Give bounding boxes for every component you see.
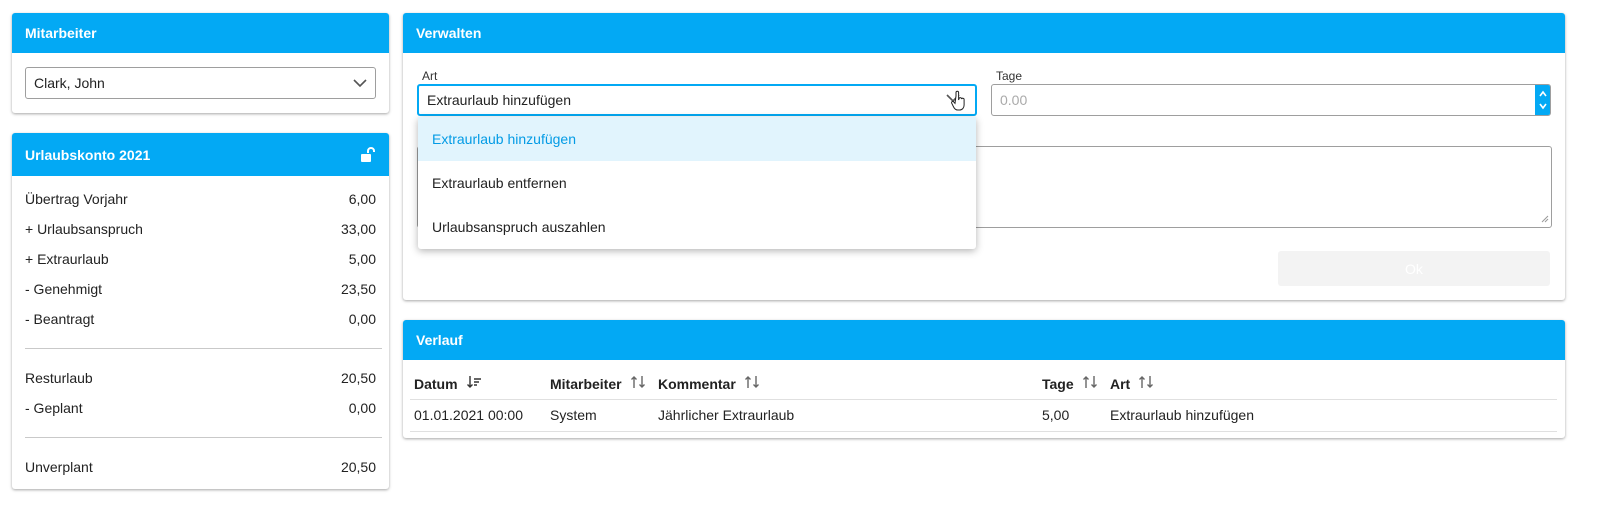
account-row-value: 5,00 — [348, 251, 376, 267]
cell-kommentar: Jährlicher Extraurlaub — [658, 407, 795, 423]
divider — [25, 437, 382, 438]
history-card-title: Verlauf — [416, 332, 463, 348]
column-header-label: Datum — [414, 375, 458, 392]
table-header-divider — [410, 399, 1557, 400]
art-select-value: Extraurlaub hinzufügen — [427, 92, 571, 108]
number-stepper[interactable] — [1535, 85, 1550, 115]
table-row-divider — [410, 431, 1557, 432]
account-row-label: + Extraurlaub — [25, 251, 109, 267]
employee-card-header: Mitarbeiter — [12, 13, 389, 53]
account-row-value: 23,50 — [340, 281, 376, 297]
account-row: + Extraurlaub 5,00 — [25, 251, 376, 267]
account-row: - Beantragt 0,00 — [25, 311, 376, 327]
column-header-mitarbeiter[interactable]: Mitarbeiter — [550, 375, 646, 392]
chevron-down-icon — [353, 75, 367, 91]
chevron-down-icon — [945, 89, 967, 111]
account-total-row: Unverplant 20,50 — [25, 459, 376, 475]
column-header-label: Kommentar — [658, 375, 736, 392]
employee-card-title: Mitarbeiter — [25, 25, 97, 41]
column-header-datum[interactable]: Datum — [414, 375, 482, 392]
column-header-tage[interactable]: Tage — [1042, 375, 1098, 392]
sort-icon[interactable] — [630, 375, 646, 392]
account-row: - Geplant 0,00 — [25, 400, 376, 416]
vacation-account-card: Urlaubskonto 2021 Übertrag Vorjahr 6,00 … — [12, 133, 389, 489]
cell-datum: 01.01.2021 00:00 — [414, 407, 523, 423]
dropdown-option-label: Extraurlaub hinzufügen — [432, 131, 576, 147]
account-row-label: - Beantragt — [25, 311, 95, 327]
dropdown-option[interactable]: Extraurlaub entfernen — [418, 161, 976, 205]
art-select[interactable]: Extraurlaub hinzufügen — [417, 84, 977, 116]
account-row-value: 0,00 — [348, 311, 376, 327]
employee-select[interactable]: Clark, John — [25, 67, 376, 99]
account-row-label: - Geplant — [25, 400, 83, 416]
account-row-value: 6,00 — [348, 191, 376, 207]
column-header-label: Tage — [1042, 375, 1074, 392]
dropdown-option[interactable]: Extraurlaub hinzufügen — [418, 117, 976, 161]
dropdown-option[interactable]: Urlaubsanspruch auszahlen — [418, 205, 976, 249]
account-row: Resturlaub 20,50 — [25, 370, 376, 386]
account-row-label: Resturlaub — [25, 370, 93, 386]
manage-card-header: Verwalten — [403, 13, 1565, 53]
sort-icon[interactable] — [744, 375, 760, 392]
cell-tage: 5,00 — [1042, 407, 1070, 423]
employee-card: Mitarbeiter Clark, John — [12, 13, 389, 113]
sort-icon[interactable] — [1082, 375, 1098, 392]
column-header-label: Art — [1110, 375, 1131, 392]
art-dropdown-menu: Extraurlaub hinzufügen Extraurlaub entfe… — [418, 117, 976, 249]
account-row-value: 0,00 — [348, 400, 376, 416]
dropdown-option-label: Urlaubsanspruch auszahlen — [432, 219, 606, 235]
tage-label: Tage — [996, 69, 1023, 83]
cell-art: Extraurlaub hinzufügen — [1110, 407, 1254, 423]
history-card-header: Verlauf — [403, 320, 1565, 360]
sort-icon[interactable] — [1138, 375, 1154, 392]
vacation-account-header: Urlaubskonto 2021 — [12, 133, 389, 176]
account-total-label: Unverplant — [25, 459, 93, 475]
manage-card-title: Verwalten — [416, 25, 482, 41]
ok-button-label: Ok — [1405, 260, 1423, 277]
divider — [25, 348, 382, 349]
lock-open-icon[interactable] — [360, 146, 376, 163]
account-row-label: + Urlaubsanspruch — [25, 221, 143, 237]
vacation-account-title: Urlaubskonto 2021 — [25, 146, 151, 163]
account-row-label: Übertrag Vorjahr — [25, 191, 128, 207]
account-row: + Urlaubsanspruch 33,00 — [25, 221, 376, 237]
account-row-value: 33,00 — [340, 221, 376, 237]
column-header-label: Mitarbeiter — [550, 375, 622, 392]
art-label: Art — [422, 69, 438, 83]
tage-input-placeholder: 0.00 — [1000, 92, 1028, 108]
sort-descending-icon[interactable] — [466, 375, 482, 392]
manage-card: Verwalten Art Extraurlaub hinzufügen Tag… — [403, 13, 1565, 300]
dropdown-option-label: Extraurlaub entfernen — [432, 175, 567, 191]
column-header-art[interactable]: Art — [1110, 375, 1154, 392]
cell-mitarbeiter: System — [550, 407, 597, 423]
tage-input[interactable]: 0.00 — [991, 84, 1551, 116]
employee-select-value: Clark, John — [34, 75, 105, 91]
resize-handle-icon[interactable] — [1540, 210, 1549, 226]
column-header-kommentar[interactable]: Kommentar — [658, 375, 760, 392]
account-row-label: - Genehmigt — [25, 281, 103, 297]
account-total-value: 20,50 — [340, 459, 376, 475]
account-row: - Genehmigt 23,50 — [25, 281, 376, 297]
account-row-value: 20,50 — [340, 370, 376, 386]
account-row: Übertrag Vorjahr 6,00 — [25, 191, 376, 207]
ok-button[interactable]: Ok — [1278, 251, 1550, 286]
